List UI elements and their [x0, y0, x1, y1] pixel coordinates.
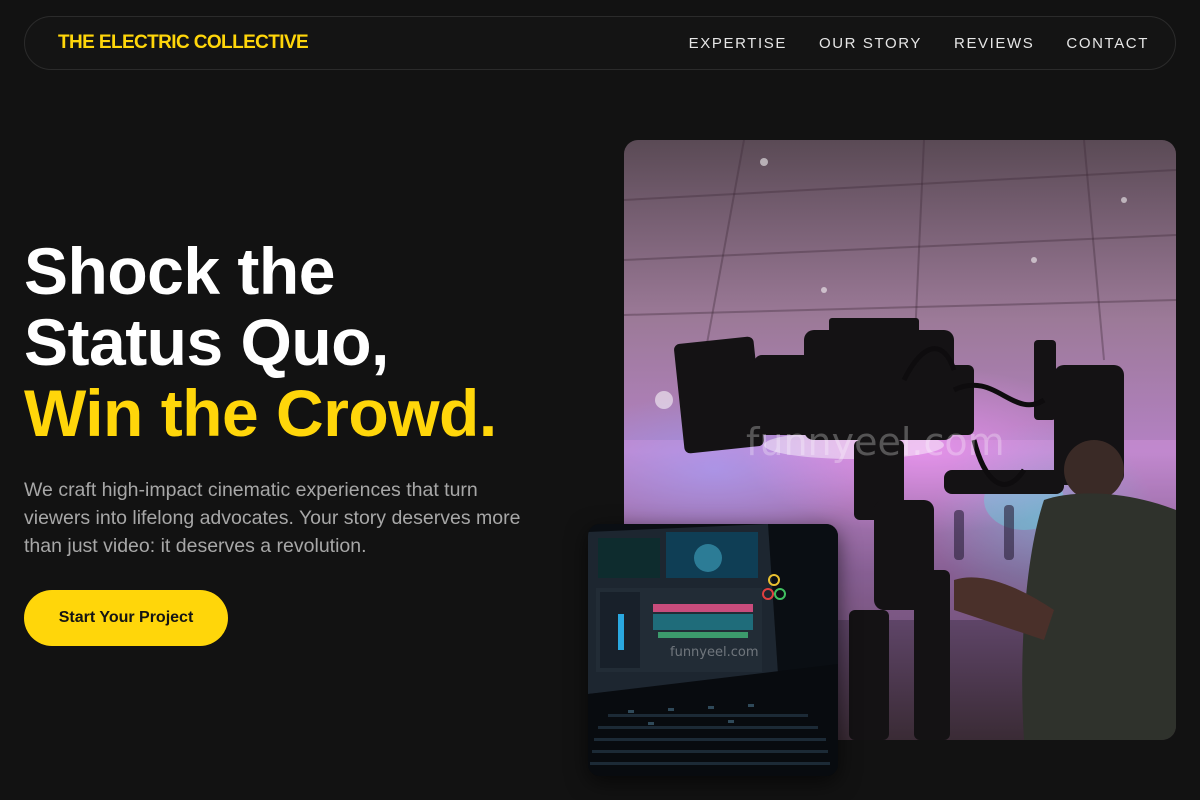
- nav-link-reviews[interactable]: REVIEWS: [954, 35, 1034, 52]
- hero-description: We craft high-impact cinematic experienc…: [24, 479, 521, 557]
- landing-page: THE ELECTRIC COLLECTIVE EXPERTISE OUR ST…: [0, 0, 1200, 800]
- nav-links: EXPERTISE OUR STORY REVIEWS CONTACT: [689, 35, 1149, 52]
- headline-line-1: Shock the: [24, 234, 335, 308]
- headline-line-3-accent: Win the Crowd.: [24, 376, 497, 450]
- nav-link-contact[interactable]: CONTACT: [1066, 35, 1149, 52]
- top-navbar: THE ELECTRIC COLLECTIVE EXPERTISE OUR ST…: [24, 16, 1176, 70]
- start-project-button[interactable]: Start Your Project: [24, 590, 228, 646]
- nav-link-expertise[interactable]: EXPERTISE: [689, 35, 787, 52]
- brand-logo[interactable]: THE ELECTRIC COLLECTIVE: [58, 32, 309, 54]
- laptop-illustration: [588, 524, 838, 776]
- nav-link-our-story[interactable]: OUR STORY: [819, 35, 922, 52]
- headline-line-2: Status Quo,: [24, 305, 389, 379]
- editing-laptop-photo: [588, 524, 838, 776]
- hero-headline: Shock the Status Quo, Win the Crowd.: [24, 236, 594, 449]
